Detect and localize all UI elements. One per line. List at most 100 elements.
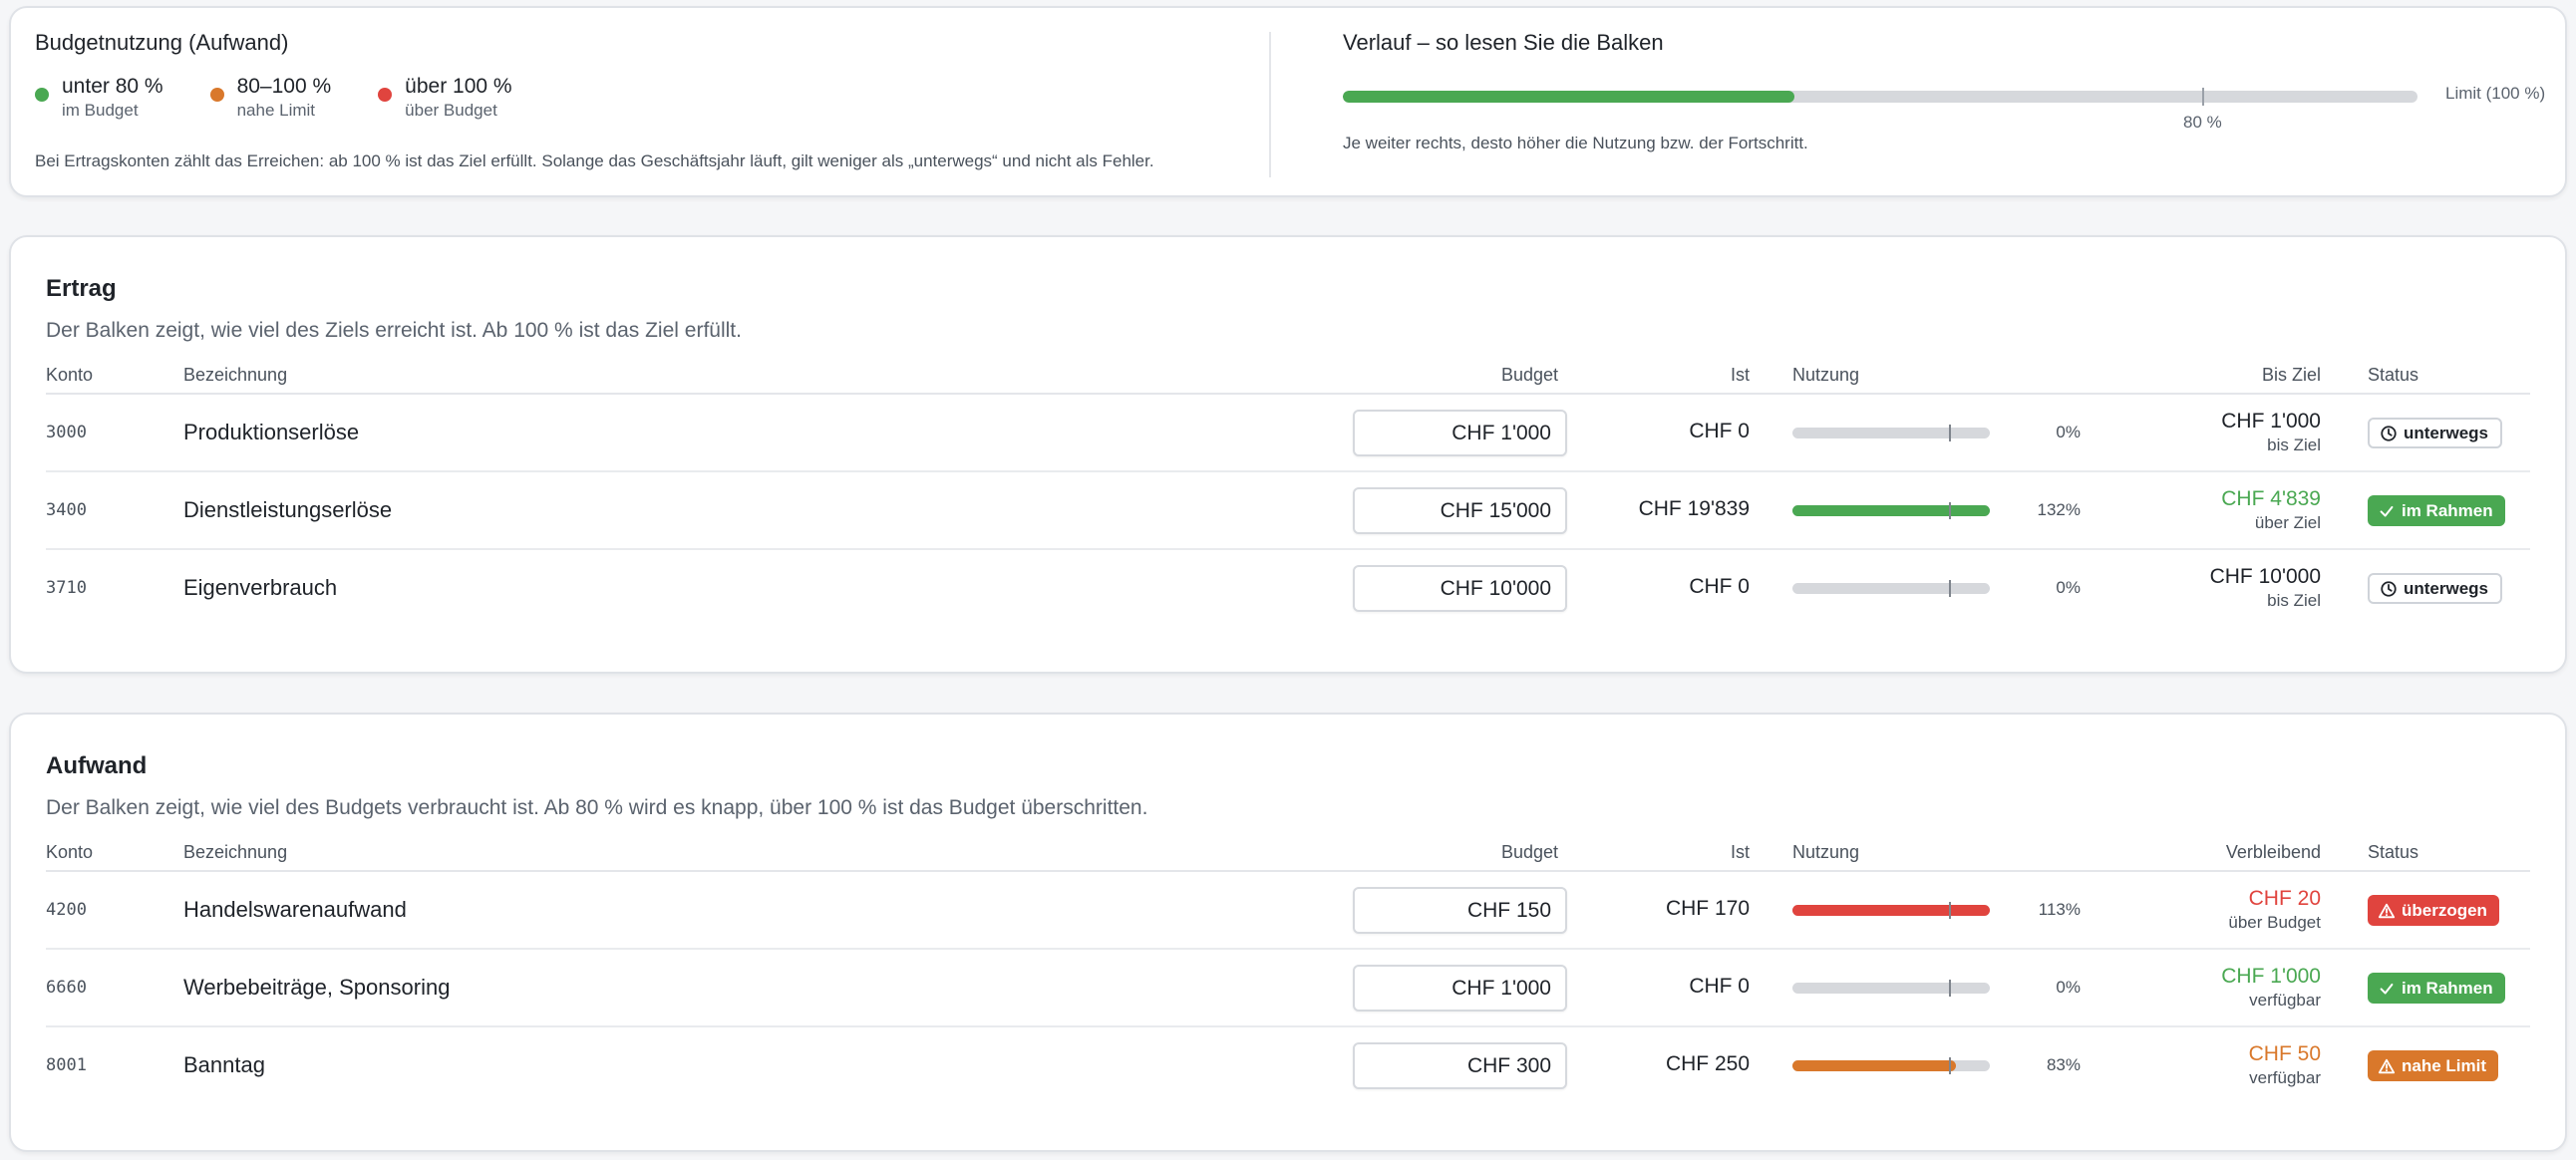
table-header: Konto Bezeichnung Budget Ist Nutzung Bis… xyxy=(46,359,2530,395)
rest-cell: CHF 1'000 verfügbar xyxy=(2221,964,2321,1012)
table-header: Konto Bezeichnung Budget Ist Nutzung Ver… xyxy=(46,836,2530,872)
check-icon xyxy=(2378,980,2396,998)
usage-threshold-tick xyxy=(1949,902,1952,919)
table-row: 8001 Banntag CHF 250 83% CHF 50 verfügbar nahe… xyxy=(46,1027,2530,1105)
col-header-bis-ziel: Bis Ziel xyxy=(2261,365,2321,385)
section-title: Ertrag xyxy=(46,275,117,302)
col-header-ist: Ist xyxy=(1730,365,1750,385)
legend-title: Budgetnutzung (Aufwand) xyxy=(35,30,289,55)
status-badge: im Rahmen xyxy=(2368,973,2505,1004)
status-label: unterwegs xyxy=(2404,578,2489,598)
check-icon xyxy=(2378,502,2396,520)
usage-threshold-tick xyxy=(1949,580,1952,597)
bezeichnung-cell: Eigenverbrauch xyxy=(183,575,338,600)
howto-limit-label: Limit (100 %) xyxy=(2445,84,2546,103)
ertrag-table: Konto Bezeichnung Budget Ist Nutzung Bis… xyxy=(46,359,2530,628)
rest-cell: CHF 20 über Budget xyxy=(2228,886,2321,934)
col-header-konto: Konto xyxy=(46,365,94,385)
legend-howto: Verlauf – so lesen Sie die Balken Limit … xyxy=(1343,30,2549,152)
konto-cell: 8001 xyxy=(46,1055,87,1075)
usage-bar xyxy=(1792,580,1990,597)
col-header-nutzung: Nutzung xyxy=(1792,365,1860,385)
section-title: Aufwand xyxy=(46,752,148,779)
aufwand-table: Konto Bezeichnung Budget Ist Nutzung Ver… xyxy=(46,836,2530,1105)
table-body: 4200 Handelswarenaufwand CHF 170 113% CHF 20… xyxy=(46,872,2530,1105)
budget-input[interactable] xyxy=(1353,1042,1567,1089)
rest-amount: CHF 1'000 xyxy=(2221,410,2321,433)
konto-cell: 3710 xyxy=(46,578,87,598)
orange-dot-icon xyxy=(209,88,224,102)
warning-icon xyxy=(2378,1057,2396,1075)
status-badge: unterwegs xyxy=(2368,573,2503,604)
bezeichnung-cell: Werbebeiträge, Sponsoring xyxy=(183,975,451,1000)
status-badge: unterwegs xyxy=(2368,418,2503,448)
legend-item-over-100: über 100 % über Budget xyxy=(378,74,512,122)
rest-cell: CHF 10'000 bis Ziel xyxy=(2210,564,2321,612)
legend-item-label: über 100 % xyxy=(405,75,512,98)
status-label: im Rahmen xyxy=(2402,500,2493,520)
legend-items: unter 80 % im Budget 80–100 % nahe Limit… xyxy=(35,74,1266,122)
usage-percent: 0% xyxy=(2056,978,2081,997)
konto-cell: 6660 xyxy=(46,978,87,998)
rest-cell: CHF 4'839 über Ziel xyxy=(2221,486,2321,534)
rest-amount: CHF 50 xyxy=(2248,1042,2321,1065)
budget-input[interactable] xyxy=(1353,965,1567,1012)
bezeichnung-cell: Banntag xyxy=(183,1052,265,1077)
usage-bar-fill xyxy=(1792,1060,1957,1071)
usage-percent: 113% xyxy=(2038,900,2081,919)
col-header-nutzung: Nutzung xyxy=(1792,842,1860,862)
green-dot-icon xyxy=(35,88,49,102)
usage-percent: 0% xyxy=(2056,423,2081,441)
legend-note: Bei Ertragskonten zählt das Erreichen: a… xyxy=(35,151,1154,170)
table-row: 3400 Dienstleistungserlöse CHF 19'839 132% C… xyxy=(46,472,2530,550)
usage-bar xyxy=(1792,502,1990,519)
budget-input[interactable] xyxy=(1353,487,1567,534)
status-label: überzogen xyxy=(2402,900,2487,920)
ist-cell: CHF 170 xyxy=(1665,897,1750,920)
table-body: 3000 Produktionserlöse CHF 0 0% CHF 1'000 bis… xyxy=(46,395,2530,628)
howto-demo-bar xyxy=(1343,91,2417,103)
howto-threshold-label: 80 % xyxy=(2183,113,2222,132)
budget-input[interactable] xyxy=(1353,410,1567,456)
status-badge: nahe Limit xyxy=(2368,1050,2499,1081)
col-header-konto: Konto xyxy=(46,842,94,862)
legend-item-sub: nahe Limit xyxy=(236,101,316,120)
rest-sublabel: über Ziel xyxy=(2254,513,2321,532)
legend-item-sub: im Budget xyxy=(62,101,139,120)
budget-input[interactable] xyxy=(1353,565,1567,612)
ist-cell: CHF 0 xyxy=(1689,575,1750,598)
usage-threshold-tick xyxy=(1949,980,1952,997)
clock-icon xyxy=(2380,580,2398,598)
usage-threshold-tick xyxy=(1949,1057,1952,1074)
table-row: 4200 Handelswarenaufwand CHF 170 113% CHF 20… xyxy=(46,872,2530,950)
legend-item-label: 80–100 % xyxy=(236,75,332,98)
section-description: Der Balken zeigt, wie viel des Ziels err… xyxy=(46,319,742,342)
legend-item-80-100: 80–100 % nahe Limit xyxy=(209,74,332,122)
usage-percent: 0% xyxy=(2056,578,2081,597)
status-badge: im Rahmen xyxy=(2368,495,2505,526)
bezeichnung-cell: Dienstleistungserlöse xyxy=(183,497,393,522)
legend-item-label: unter 80 % xyxy=(62,75,163,98)
budget-input[interactable] xyxy=(1353,887,1567,934)
section-description: Der Balken zeigt, wie viel des Budgets v… xyxy=(46,796,1148,819)
howto-demo-fill xyxy=(1343,91,1794,103)
col-header-bezeichnung: Bezeichnung xyxy=(183,842,288,862)
konto-cell: 3400 xyxy=(46,500,87,520)
legend-card: Budgetnutzung (Aufwand) unter 80 % im Bu… xyxy=(9,6,2567,197)
ist-cell: CHF 250 xyxy=(1665,1052,1750,1075)
col-header-budget: Budget xyxy=(1500,365,1558,385)
status-badge: überzogen xyxy=(2368,895,2499,926)
col-header-budget: Budget xyxy=(1500,842,1558,862)
konto-cell: 4200 xyxy=(46,900,87,920)
ist-cell: CHF 0 xyxy=(1689,975,1750,998)
rest-sublabel: bis Ziel xyxy=(2267,435,2321,454)
status-label: nahe Limit xyxy=(2402,1055,2487,1075)
rest-amount: CHF 10'000 xyxy=(2209,565,2321,588)
bezeichnung-cell: Handelswarenaufwand xyxy=(183,897,407,922)
col-header-status: Status xyxy=(2368,842,2419,862)
usage-percent: 83% xyxy=(2046,1055,2081,1074)
legend-item-under-80: unter 80 % im Budget xyxy=(35,74,163,122)
table-row: 6660 Werbebeiträge, Sponsoring CHF 0 0% CHF … xyxy=(46,950,2530,1027)
usage-bar xyxy=(1792,902,1990,919)
konto-cell: 3000 xyxy=(46,423,87,442)
